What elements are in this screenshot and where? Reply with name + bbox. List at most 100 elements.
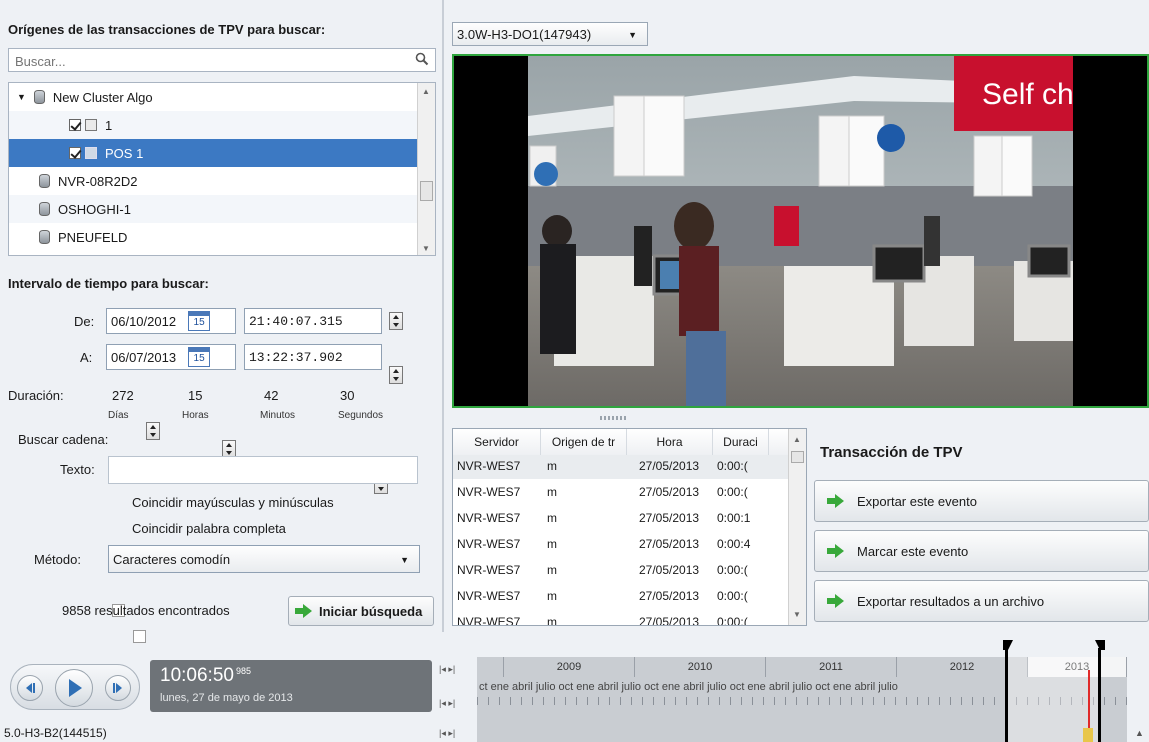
expand-arrow-icon[interactable]: ▼ [17,92,26,102]
start-search-label: Iniciar búsqueda [319,603,423,619]
panel-divider[interactable] [442,0,444,632]
cell-time: 27/05/2013 [639,563,700,577]
step-forward-button[interactable] [105,675,131,701]
calendar-day: 15 [193,317,205,328]
cell-origin: m [547,615,557,626]
step-back-button[interactable] [17,675,43,701]
cell-time: 27/05/2013 [639,615,700,626]
current-date: lunes, 27 de mayo de 2013 [160,692,293,704]
cell-server: NVR-WES7 [457,459,521,473]
timeline-nav-icon[interactable]: |◂ ▸| [439,728,455,739]
tree-item-oshoghi[interactable]: OSHOGHI-1 [9,195,417,223]
seconds-value[interactable]: 30 [340,388,354,403]
table-scrollbar[interactable]: ▲ ▼ [788,429,806,625]
table-row[interactable]: NVR-WES7 m 27/05/2013 0:00:( [453,455,788,479]
calendar-icon[interactable]: 15 [188,347,211,367]
days-spinner[interactable] [146,422,160,440]
splitter-grip[interactable] [600,416,628,420]
tree-item-cluster[interactable]: ▼ New Cluster Algo [9,83,417,111]
register-icon [85,119,97,131]
calendar-day: 15 [193,353,205,364]
time-display: 10:06:50 985 lunes, 27 de mayo de 2013 [150,660,432,712]
start-search-button[interactable]: Iniciar búsqueda [288,596,434,626]
results-count: 9858 resultados encontrados [62,603,230,618]
source-search-input[interactable] [13,50,397,72]
match-word-label[interactable]: Coincidir palabra completa [132,521,286,536]
calendar-icon[interactable]: 15 [188,311,211,331]
match-word-checkbox[interactable] [132,630,146,643]
match-case-label[interactable]: Coincidir mayúsculas y minúsculas [132,495,334,510]
scroll-thumb[interactable] [420,181,433,201]
minutes-caption: Minutos [260,410,296,421]
tree-item-partial [9,251,417,255]
tree-item-label: NVR-08R2D2 [58,173,138,189]
search-icon[interactable] [415,52,429,69]
cell-duration: 0:00:1 [717,511,751,525]
scroll-up-icon[interactable]: ▲ [1135,728,1144,738]
table-row[interactable]: NVR-WES7 m 27/05/2013 0:00:( [453,585,788,609]
event-marker[interactable] [1083,728,1093,742]
mark-event-button[interactable]: Marcar este evento [814,530,1149,572]
tree-item-pneufeld[interactable]: PNEUFELD [9,223,417,251]
chevron-down-icon: ▼ [400,555,409,565]
column-header-duration[interactable]: Duraci [713,429,769,455]
scroll-thumb[interactable] [791,451,804,463]
to-label: A: [80,350,93,365]
table-row[interactable]: NVR-WES7 m 27/05/2013 0:00:1 [453,507,788,531]
to-time-field[interactable]: 13:22:37.902 [244,344,382,370]
to-date-field[interactable]: 06/07/2013 15 [106,344,236,370]
scroll-down-icon[interactable]: ▼ [422,244,430,253]
from-time-field[interactable]: 21:40:07.315 [244,308,382,334]
tree-scrollbar[interactable]: ▲ ▼ [417,83,435,255]
method-label: Método: [34,552,81,567]
table-row[interactable]: NVR-WES7 m 27/05/2013 0:00:4 [453,533,788,557]
days-value[interactable]: 272 [112,388,134,403]
chevron-down-icon: ▼ [628,30,637,40]
play-button[interactable] [55,669,93,707]
camera-select[interactable]: 3.0W-H3-DO1(147943) ▼ [452,22,648,46]
export-event-button[interactable]: Exportar este evento [814,480,1149,522]
column-header-time[interactable]: Hora [627,429,713,455]
column-header-server[interactable]: Servidor [453,429,541,455]
cell-time: 27/05/2013 [639,511,700,525]
scroll-up-icon[interactable]: ▲ [422,87,430,96]
range-start-handle-icon[interactable] [1003,640,1013,650]
tree-item-label: POS 1 [105,145,144,161]
cell-origin: m [547,563,557,577]
days-caption: Días [108,410,129,421]
minutes-value[interactable]: 42 [264,388,278,403]
scroll-down-icon[interactable]: ▼ [793,610,801,619]
cell-duration: 0:00:( [717,485,748,499]
cell-origin: m [547,511,557,525]
scroll-up-icon[interactable]: ▲ [793,435,801,444]
seconds-caption: Segundos [338,410,384,421]
method-select[interactable]: Caracteres comodín ▼ [108,545,420,573]
table-row[interactable]: NVR-WES7 m 27/05/2013 0:00:( [453,611,788,626]
cell-server: NVR-WES7 [457,537,521,551]
range-end-marker[interactable] [1098,648,1101,742]
from-time-spinner[interactable] [389,312,403,330]
cell-duration: 0:00:( [717,615,748,626]
from-date-field[interactable]: 06/10/2012 15 [106,308,236,334]
timeline-nav-icon[interactable]: |◂ ▸| [439,664,455,675]
timeline-nav-icon[interactable]: |◂ ▸| [439,698,455,709]
hours-value[interactable]: 15 [188,388,202,403]
export-results-button[interactable]: Exportar resultados a un archivo [814,580,1149,622]
to-time-spinner[interactable] [389,366,403,384]
tree-item-1[interactable]: 1 [9,111,417,139]
checkbox[interactable] [69,119,81,131]
checkbox[interactable] [69,147,81,159]
column-header-origin[interactable]: Origen de tr [541,429,627,455]
step-forward-icon [113,683,122,693]
year-label: 2010 [635,657,766,677]
table-row[interactable]: NVR-WES7 m 27/05/2013 0:00:( [453,559,788,583]
to-date-value: 06/07/2013 [111,349,177,365]
server-icon [33,90,45,104]
range-end-handle-icon[interactable] [1095,640,1105,650]
tree-item-nvr[interactable]: NVR-08R2D2 [9,167,417,195]
video-viewer[interactable]: Self ch [452,54,1149,408]
table-row[interactable]: NVR-WES7 m 27/05/2013 0:00:( [453,481,788,505]
camera-select-value: 3.0W-H3-DO1(147943) [457,26,592,42]
tree-item-pos1[interactable]: POS 1 [9,139,417,167]
text-input[interactable] [108,456,418,484]
